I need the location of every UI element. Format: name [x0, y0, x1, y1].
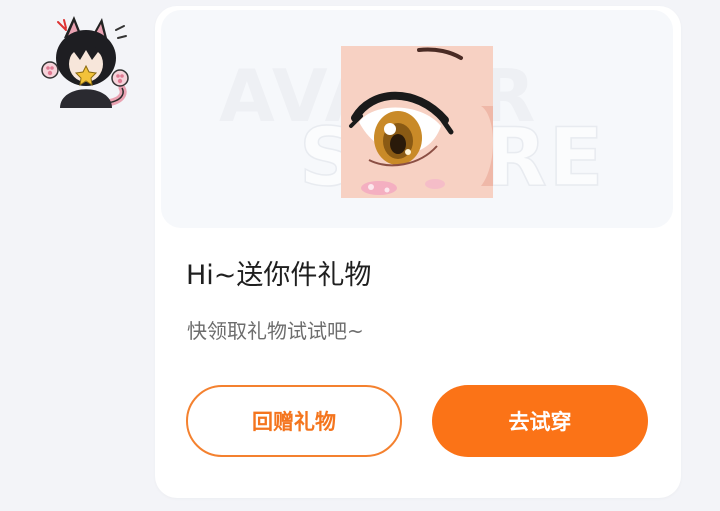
gift-message-card[interactable]: AVATAR STORE [155, 6, 681, 498]
anime-girl-cat-ears-avatar-icon [41, 16, 129, 108]
gift-subtitle: 快领取礼物试试吧~ [187, 319, 364, 343]
try-on-button[interactable]: 去试穿 [432, 385, 648, 457]
gift-banner: AVATAR STORE [161, 10, 673, 228]
sender-avatar[interactable] [30, 8, 134, 112]
return-gift-button[interactable]: 回赠礼物 [186, 385, 402, 457]
anime-eye-makeup-item-icon [341, 46, 493, 198]
gift-title: Hi~送你件礼物 [186, 260, 372, 291]
